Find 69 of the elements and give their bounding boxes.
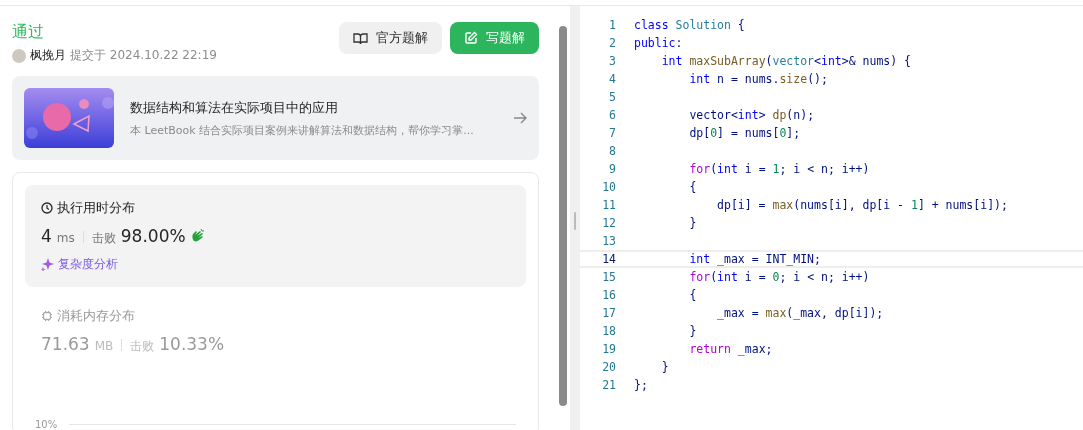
- code-line: return _max;: [688, 342, 773, 356]
- line-number: 2: [608, 36, 616, 50]
- book-title: 数据结构和算法在实际项目中的应用: [130, 98, 339, 117]
- line-number: 4: [608, 72, 616, 86]
- stat-title: 消耗内存分布: [57, 307, 135, 325]
- line-number: 14: [601, 252, 616, 266]
- line-number: 18: [601, 324, 616, 338]
- code-line: _max = max(_max, dp[i]);: [716, 306, 884, 320]
- complexity-analysis-link[interactable]: 复杂度分析: [41, 256, 510, 273]
- line-number: 3: [608, 54, 616, 68]
- stat-panel[interactable]: 执行用时分布 4 ms 击败 98.00% 复杂度分析: [25, 185, 526, 287]
- code-line: class Solution {: [634, 18, 745, 32]
- line-number: 12: [601, 216, 616, 230]
- code-line: int maxSubArray(vector<int>& nums) {: [660, 54, 911, 68]
- line-number: 8: [608, 144, 616, 158]
- line-number: 17: [601, 306, 616, 320]
- book-icon: [353, 31, 368, 45]
- book-description: 本 LeetBook 结合实际项目案例来讲解算法和数据结构，帮你学习掌...: [130, 122, 475, 138]
- code-line: }: [688, 324, 697, 338]
- leetbook-card[interactable]: 数据结构和算法在实际项目中的应用 本 LeetBook 结合实际项目案例来讲解算法和数据结构，帮你学习掌...: [12, 76, 539, 160]
- beats-value: 98.00%: [120, 226, 186, 246]
- line-number: 1: [608, 18, 616, 32]
- line-number: 7: [608, 126, 616, 140]
- line-number: 13: [601, 234, 616, 248]
- code-line: {: [688, 180, 697, 194]
- code-line: for(int i = 0; i < n; i++): [688, 270, 870, 284]
- stat-value: 71.63: [41, 334, 90, 354]
- line-number: 10: [601, 180, 616, 194]
- axis-tick-label: 10%: [35, 419, 58, 430]
- official-solution-button[interactable]: 官方题解: [339, 22, 442, 54]
- panel-splitter[interactable]: [570, 6, 580, 430]
- code-line: dp[i] = max(nums[i], dp[i - 1] + nums[i]);: [716, 198, 1008, 212]
- arrow-right-icon[interactable]: [513, 112, 527, 124]
- code-line: int n = nums.size();: [688, 72, 828, 86]
- beats-value: 10.33%: [159, 334, 225, 354]
- code-line: vector<int> dp(n);: [688, 108, 815, 122]
- line-number: 16: [601, 288, 616, 302]
- clock-icon: [41, 202, 53, 214]
- code-line: };: [634, 378, 648, 392]
- line-number: 19: [601, 342, 616, 356]
- code-line: public:: [634, 36, 683, 50]
- beats-label: 击败: [130, 338, 155, 355]
- code-line: int _max = INT_MIN;: [688, 252, 821, 266]
- stat-unit: ms: [56, 231, 75, 245]
- code-line: }: [688, 216, 697, 230]
- code-line: dp[0] = nums[0];: [688, 126, 801, 140]
- edit-icon: [464, 31, 478, 45]
- submit-time: 提交于 2024.10.22 22:19: [70, 47, 217, 64]
- line-number: 20: [601, 360, 616, 374]
- avatar: [12, 48, 26, 63]
- author-name[interactable]: 枫挽月: [30, 47, 66, 64]
- stat-unit: MB: [94, 339, 114, 353]
- stat-title: 执行用时分布: [57, 199, 135, 217]
- sparkle-icon: [41, 258, 54, 271]
- beats-label: 击败: [91, 230, 116, 247]
- status-text: 通过: [12, 22, 45, 43]
- line-number: 21: [601, 378, 616, 392]
- chip-icon: [41, 310, 53, 322]
- line-number: 5: [608, 90, 616, 104]
- line-number: 6: [608, 108, 616, 122]
- scrollbar-thumb[interactable]: [559, 26, 567, 406]
- clap-icon: [190, 229, 205, 242]
- code-line: }: [660, 360, 669, 374]
- code-line: for(int i = 1; i < n; i++): [688, 162, 870, 176]
- code-line: {: [688, 288, 697, 302]
- stat-value: 4: [41, 226, 52, 246]
- line-number: 15: [601, 270, 616, 284]
- line-number: 9: [608, 162, 616, 176]
- line-number: 11: [601, 198, 616, 212]
